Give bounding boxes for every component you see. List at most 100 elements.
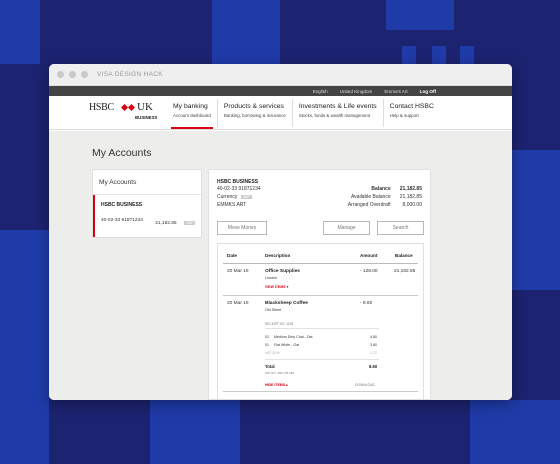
- total-label: Total: [265, 364, 275, 369]
- nav-label: My banking: [173, 102, 208, 110]
- sidebar-account-name: HSBC BUSINESS: [101, 202, 143, 208]
- sidebar-account-balance: 21,182.85: [155, 221, 177, 226]
- nav-sublabel: Help & support: [389, 112, 419, 118]
- move-money-button[interactable]: Move Money: [217, 221, 267, 235]
- receipt-item-qty: 01: [265, 335, 269, 339]
- main-nav: My banking Account dashboard Products & …: [167, 96, 440, 130]
- receipt-item-qty: 01: [265, 343, 269, 347]
- available-label: Available Balance: [350, 194, 391, 200]
- logo-sub: BUSINESS: [135, 114, 158, 120]
- background-block: [470, 400, 560, 464]
- vat-number: VAT NO. 260 778 180: [265, 371, 295, 375]
- title-bar: VISA DESIGN HACK: [49, 64, 512, 86]
- background-block: [432, 46, 446, 64]
- overdraft-label: Arranged Overdraft: [347, 202, 391, 208]
- row-amount: - 128.00: [360, 269, 378, 274]
- available-row: Available Balance 21,182.85: [351, 194, 422, 200]
- manage-button[interactable]: Manage: [323, 221, 370, 235]
- hide-items-link[interactable]: HIDE ITEMS ▴: [265, 383, 288, 387]
- background-block: [150, 400, 240, 464]
- receipt-item-name: Flat White - Oat: [274, 343, 300, 347]
- nav-sublabel: Banking, borrowing & insurance: [223, 112, 286, 118]
- nav-label: Investments & Life events: [298, 102, 377, 110]
- vat-label: VAT 20%: [265, 351, 280, 355]
- row-description[interactable]: Office Supplies: [265, 269, 300, 274]
- row-location: London: [265, 276, 277, 280]
- logo-brand: HSBC: [89, 101, 114, 113]
- vat-value: 1.72: [370, 351, 377, 355]
- receipt-number: RECEIPT NO. 1128: [265, 322, 294, 326]
- region-link[interactable]: United Kingdom: [340, 89, 373, 94]
- main-content: My Accounts My Accounts HSBC BUSINESS 40…: [49, 131, 512, 400]
- divider: [265, 328, 379, 329]
- row-location: Old Street: [265, 308, 282, 312]
- background-block: [0, 0, 40, 64]
- logo-country: UK: [137, 100, 153, 113]
- window-title: VISA DESIGN HACK: [97, 71, 163, 78]
- background-block: [402, 46, 416, 64]
- divider: [223, 295, 418, 296]
- utility-bar: English United Kingdom Emma's Art Log Of…: [49, 86, 512, 96]
- sidebar-account-item[interactable]: HSBC BUSINESS 40-02-33 91871234 21,182.8…: [93, 195, 201, 237]
- page-title: My Accounts: [92, 147, 152, 159]
- browser-window: VISA DESIGN HACK English United Kingdom …: [49, 64, 512, 400]
- background-block: [512, 150, 560, 290]
- sidebar-account-number: 40-02-33 91871234: [101, 217, 143, 223]
- site-header: HSBC UK BUSINESS My banking Account dash…: [49, 96, 512, 130]
- view-items-link[interactable]: VIEW ITEMS ▾: [265, 285, 288, 289]
- row-date: 20 Mar 19: [227, 269, 249, 274]
- maximize-dot[interactable]: [81, 71, 88, 78]
- background-block: [386, 0, 454, 30]
- balance-label: Balance: [371, 186, 391, 192]
- account-name: HSBC BUSINESS: [217, 179, 259, 185]
- sidebar-heading: My Accounts: [93, 170, 201, 195]
- column-header-balance: Balance: [395, 253, 413, 258]
- total-value: 8.60: [369, 364, 378, 369]
- nav-contact[interactable]: Contact HSBC Help & support: [382, 98, 440, 127]
- nav-label: Products & services: [223, 102, 284, 110]
- column-header-amount: Amount: [360, 253, 378, 258]
- row-description[interactable]: Blacksheep Coffee: [265, 301, 308, 306]
- account-detail-panel: HSBC BUSINESS 40-02-33 91871234 Currency…: [208, 169, 431, 400]
- profile-link[interactable]: Emma's Art: [384, 89, 407, 94]
- currency-row: Currency GBP: [217, 194, 252, 200]
- divider: [223, 391, 418, 392]
- accounts-sidebar: My Accounts HSBC BUSINESS 40-02-33 91871…: [92, 169, 202, 238]
- transactions-table: Date Description Amount Balance 20 Mar 1…: [217, 243, 424, 399]
- balance-value: 21,182.85: [399, 186, 422, 192]
- column-header-date: Date: [227, 253, 237, 258]
- column-header-description: Description: [265, 253, 291, 258]
- hexagon-logo-icon: [121, 103, 135, 111]
- nav-label: Contact HSBC: [389, 102, 434, 110]
- nav-sublabel: Stocks, funds & wealth management: [298, 112, 371, 118]
- nav-investments[interactable]: Investments & Life events Stocks, funds …: [291, 98, 383, 127]
- chevron-down-icon: ▾: [286, 285, 289, 289]
- available-value: 21,182.85: [399, 194, 422, 200]
- overdraft-value: 8,000.00: [402, 202, 422, 208]
- currency-badge: GBP: [240, 195, 252, 199]
- background-block: [212, 0, 280, 64]
- balance-row: Balance 21,182.85: [371, 186, 422, 192]
- language-link[interactable]: English: [313, 89, 328, 94]
- close-dot[interactable]: [57, 71, 64, 78]
- nav-products[interactable]: Products & services Banking, borrowing &…: [216, 98, 292, 127]
- divider: [265, 359, 379, 360]
- logoff-link[interactable]: Log Off: [420, 89, 436, 94]
- account-holder: EMMKS ART: [217, 202, 247, 208]
- overdraft-row: Arranged Overdraft 8,000.00: [348, 202, 422, 208]
- nav-my-banking[interactable]: My banking Account dashboard: [167, 99, 217, 129]
- background-block: [460, 46, 474, 64]
- row-amount: - 8.60: [360, 301, 373, 306]
- receipt-item-price: 3.80: [370, 343, 377, 347]
- view-items-label: VIEW ITEMS: [265, 285, 286, 289]
- divider: [223, 263, 418, 264]
- search-button[interactable]: Search: [377, 221, 424, 235]
- download-link[interactable]: DOWNLOAD: [355, 383, 375, 387]
- currency-badge: GBP: [184, 221, 195, 225]
- chevron-up-icon: ▴: [286, 383, 288, 387]
- row-date: 20 Mar 19: [227, 301, 249, 306]
- nav-sublabel: Account dashboard: [173, 112, 211, 118]
- minimize-dot[interactable]: [69, 71, 76, 78]
- hsbc-logo[interactable]: HSBC UK BUSINESS: [89, 100, 163, 126]
- background-block: [0, 230, 49, 464]
